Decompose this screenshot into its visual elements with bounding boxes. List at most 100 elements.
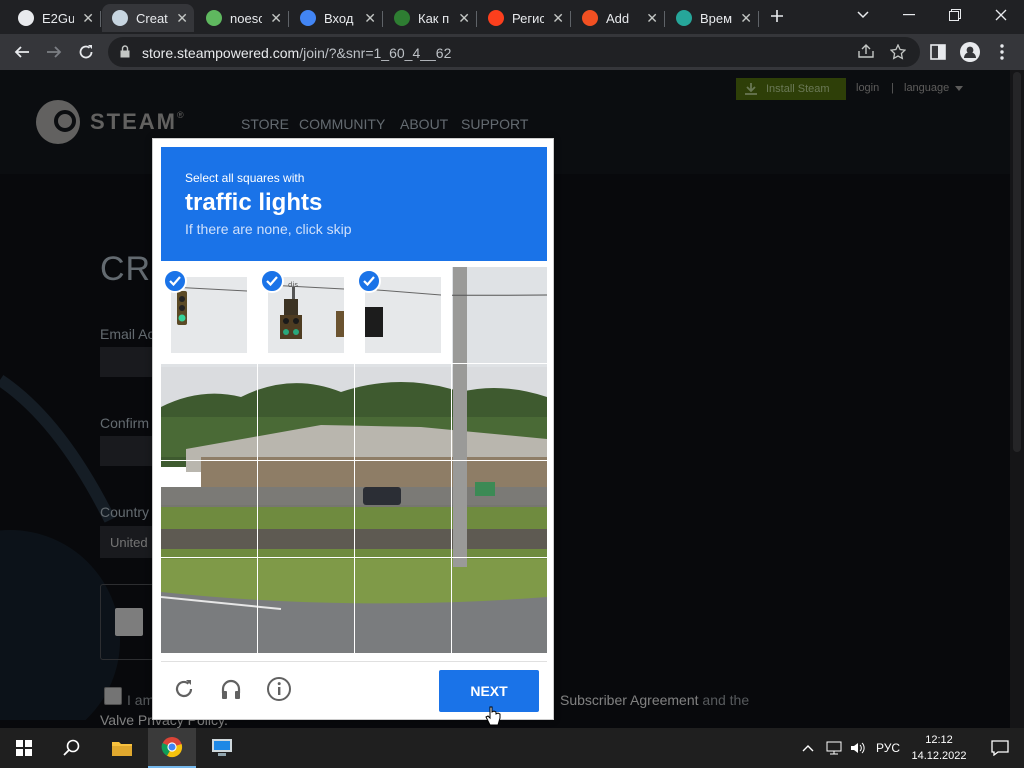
captcha-tile[interactable]	[452, 267, 548, 363]
chevron-up-icon[interactable]	[802, 744, 814, 752]
captcha-tile[interactable]	[258, 558, 354, 654]
taskbar-clock[interactable]: 12:12 14.12.2022	[906, 732, 972, 764]
windows-start-icon	[16, 740, 32, 756]
captcha-tile[interactable]	[355, 558, 451, 654]
tile-image	[452, 461, 547, 557]
chrome-icon	[161, 737, 183, 758]
captcha-tile[interactable]	[452, 558, 548, 654]
close-tab-icon[interactable]: ✕	[552, 10, 564, 27]
browser-tab[interactable]: Регис ✕	[478, 4, 571, 32]
arrow-right-icon	[47, 46, 62, 58]
restore-button[interactable]	[932, 0, 978, 30]
close-window-button[interactable]	[978, 0, 1024, 30]
captcha-tile[interactable]	[258, 364, 354, 460]
captcha-tile[interactable]	[355, 461, 451, 557]
profile-button[interactable]	[956, 38, 984, 66]
side-panel-button[interactable]	[924, 38, 952, 66]
yandex-icon	[488, 10, 504, 26]
tile-image	[355, 558, 451, 653]
bookmark-star-icon[interactable]	[889, 43, 907, 64]
input-language[interactable]: РУС	[876, 741, 900, 755]
browser-tab[interactable]: Creat ✕	[102, 4, 194, 32]
captcha-tile[interactable]: dis	[258, 267, 354, 363]
search-icon	[63, 739, 80, 756]
network-icon[interactable]	[826, 741, 842, 755]
captcha-image-grid: dis	[161, 267, 548, 654]
back-button[interactable]	[8, 38, 36, 66]
url-text: store.steampowered.com/join/?&snr=1_60_4…	[142, 45, 451, 61]
tile-image	[161, 461, 257, 557]
browser-tab[interactable]: E2Gu ✕	[8, 4, 101, 32]
captcha-tile[interactable]	[452, 364, 548, 460]
reload-icon	[175, 680, 193, 698]
tab-separator	[476, 11, 477, 27]
captcha-tile[interactable]	[452, 461, 548, 557]
side-panel-icon	[930, 44, 946, 60]
captcha-tile[interactable]	[161, 558, 257, 654]
new-tab-button[interactable]	[763, 2, 791, 30]
close-tab-icon[interactable]: ✕	[740, 10, 752, 27]
tile-image	[258, 558, 354, 653]
volume-icon[interactable]	[850, 741, 866, 755]
browser-tab[interactable]: Вход ✕	[290, 4, 383, 32]
notifications-button[interactable]	[976, 728, 1024, 768]
close-tab-icon[interactable]: ✕	[176, 10, 188, 27]
tile-image	[452, 364, 547, 460]
tile-image	[452, 558, 547, 653]
tile-image	[355, 364, 451, 460]
address-bar[interactable]: store.steampowered.com/join/?&snr=1_60_4…	[108, 37, 920, 67]
microsoft-icon	[582, 10, 598, 26]
reload-challenge-button[interactable]	[171, 676, 197, 702]
audio-challenge-button[interactable]	[218, 676, 244, 702]
close-tab-icon[interactable]: ✕	[458, 10, 470, 27]
tab-separator	[382, 11, 383, 27]
tile-image	[355, 461, 451, 557]
close-tab-icon[interactable]: ✕	[82, 10, 94, 27]
profile-icon	[960, 42, 980, 62]
network-computer-icon	[212, 739, 232, 756]
steam-icon	[112, 10, 128, 26]
tab-separator	[758, 11, 759, 27]
close-tab-icon[interactable]: ✕	[270, 10, 282, 27]
arrow-left-icon	[14, 46, 29, 58]
clock-date: 14.12.2022	[911, 750, 967, 762]
page-viewport: Install Steam login | language STEAM ® S…	[0, 70, 1024, 728]
browser-tab[interactable]: noesc ✕	[196, 4, 289, 32]
tile-image	[161, 364, 257, 460]
tab-separator	[570, 11, 571, 27]
browser-toolbar: store.steampowered.com/join/?&snr=1_60_4…	[0, 34, 1024, 70]
reload-button[interactable]	[72, 38, 100, 66]
captcha-tile[interactable]	[355, 267, 451, 363]
minimize-button[interactable]	[886, 0, 932, 30]
tab-search-button[interactable]	[840, 0, 886, 30]
chrome-app[interactable]	[148, 728, 196, 768]
network-computer-app[interactable]	[198, 728, 246, 768]
tab-separator	[664, 11, 665, 27]
plus-icon	[771, 10, 783, 22]
browser-tab[interactable]: Add ✕	[572, 4, 665, 32]
close-tab-icon[interactable]: ✕	[364, 10, 376, 27]
taskbar-search-button[interactable]	[48, 728, 96, 768]
headphones-icon	[221, 679, 241, 699]
captcha-tile[interactable]	[161, 267, 257, 363]
menu-button[interactable]	[988, 38, 1016, 66]
forward-button[interactable]	[40, 38, 68, 66]
close-tab-icon[interactable]: ✕	[646, 10, 658, 27]
help-button[interactable]	[266, 676, 292, 702]
captcha-tile[interactable]	[161, 364, 257, 460]
checkmark-icon	[357, 269, 381, 293]
file-explorer-app[interactable]	[98, 728, 146, 768]
browser-tab[interactable]: Как п ✕	[384, 4, 477, 32]
checkmark-icon	[260, 269, 284, 293]
share-icon[interactable]	[858, 44, 874, 62]
captcha-header: Select all squares with traffic lights I…	[161, 147, 547, 261]
captcha-tile[interactable]	[161, 461, 257, 557]
start-button[interactable]	[0, 728, 48, 768]
captcha-tile[interactable]	[258, 461, 354, 557]
tab-title: Вход	[324, 10, 354, 26]
tab-title: Врем	[700, 10, 732, 26]
system-tray: РУС	[802, 728, 900, 768]
captcha-tile[interactable]	[355, 364, 451, 460]
browser-tab[interactable]: Врем ✕	[666, 4, 759, 32]
globe-icon	[18, 10, 34, 26]
